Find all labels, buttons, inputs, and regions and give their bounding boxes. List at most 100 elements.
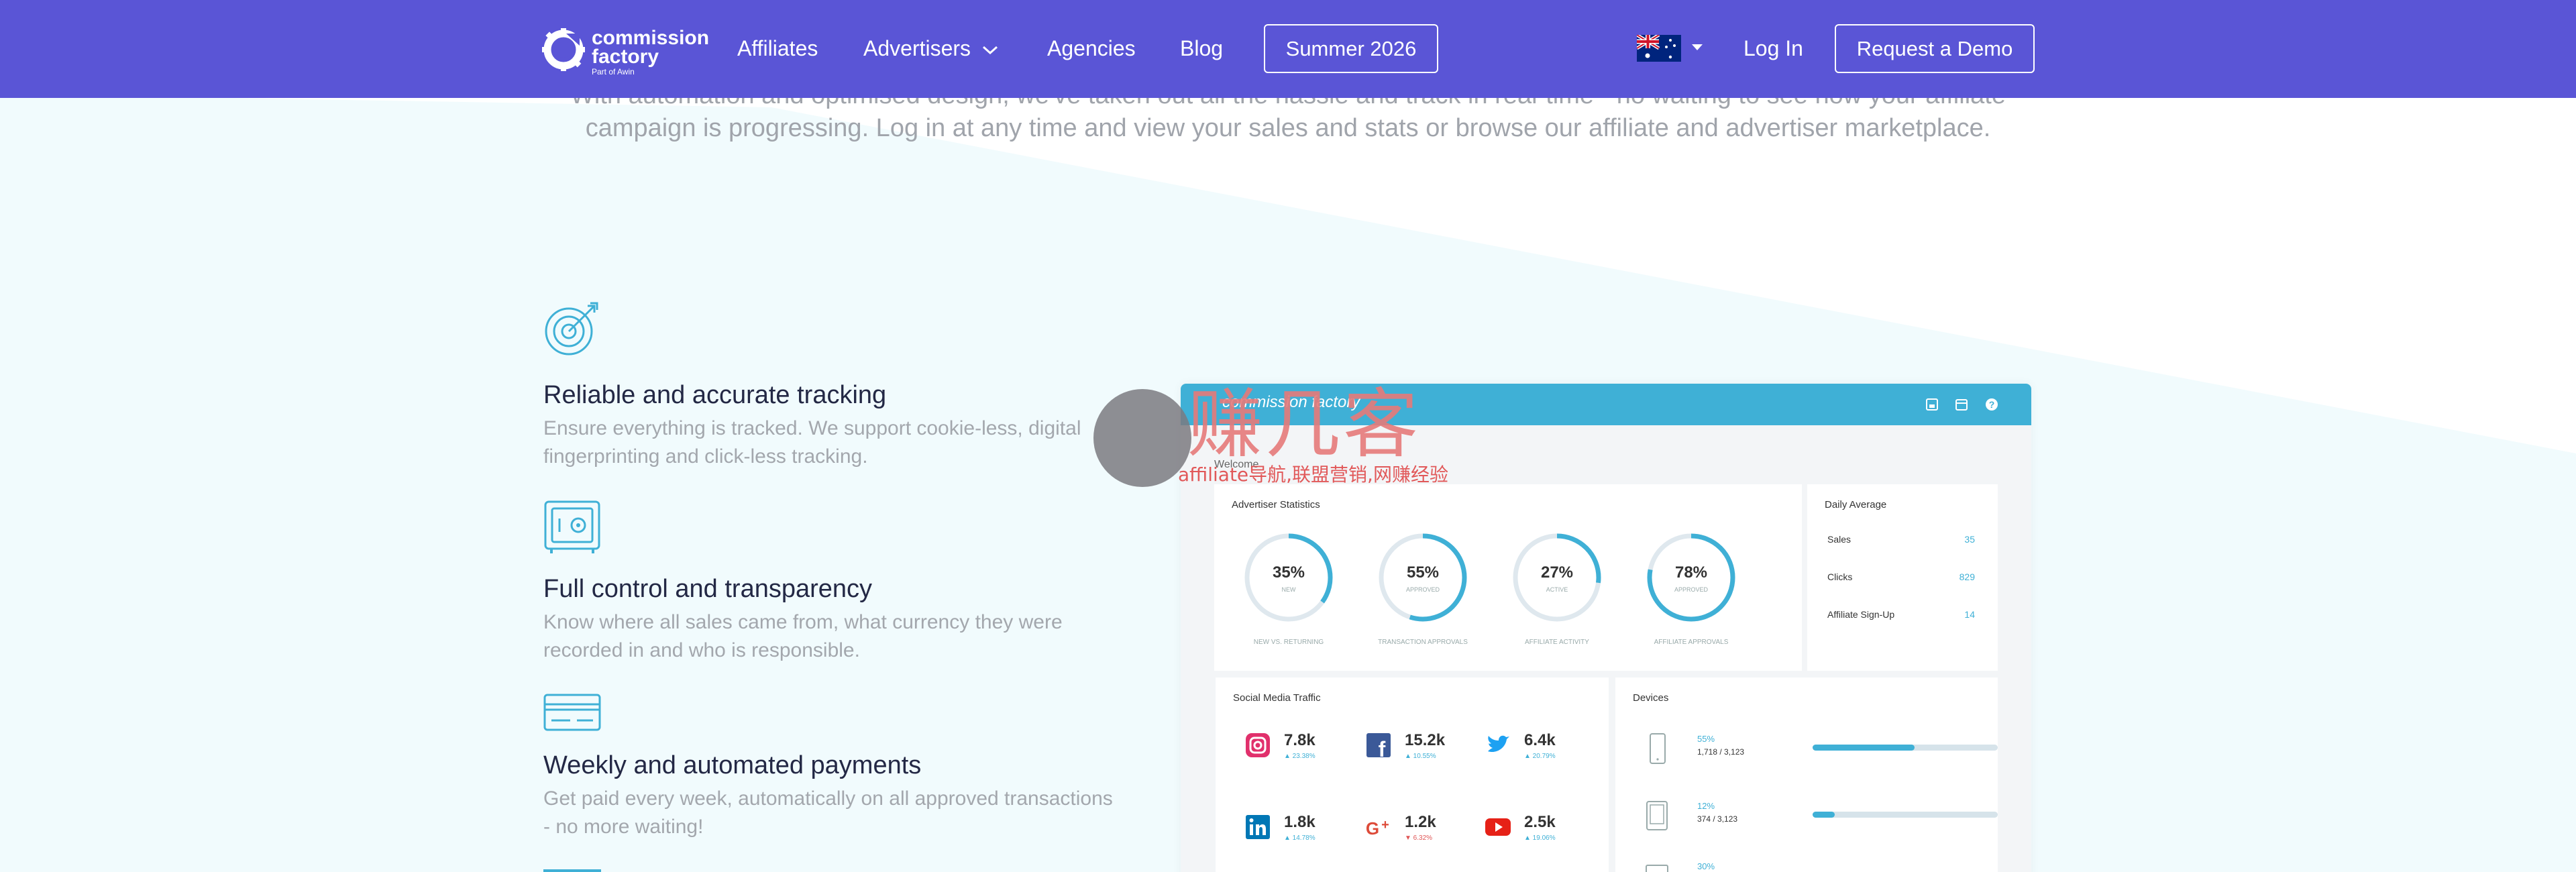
social-stat: 7.8k ▲ 23.38%: [1244, 731, 1351, 778]
advertiser-statistics-title: Advertiser Statistics: [1232, 499, 1320, 510]
stat-sublabel: NEW: [1281, 586, 1296, 593]
device-progress-bar: [1813, 812, 1998, 818]
social-value: 2.5k: [1524, 813, 1556, 831]
device-row: 55% 1,718 / 3,123: [1645, 731, 1998, 771]
device-progress-fill: [1813, 745, 1915, 751]
target-icon: [545, 302, 598, 356]
feature-tracking-title: Reliable and accurate tracking: [543, 381, 887, 409]
linkedin-icon: [1246, 815, 1270, 839]
stat-caption: NEW VS. RETURNING: [1253, 639, 1324, 646]
stat-value: 35%: [1272, 563, 1305, 582]
social-delta: ▲ 14.78%: [1284, 834, 1316, 842]
daily-average-title: Daily Average: [1825, 499, 1887, 510]
social-value: 6.4k: [1524, 731, 1556, 749]
watermark-subtitle: affiliate导航,联盟营销,网赚经验: [1178, 464, 1448, 486]
device-counts: 374 / 3,123: [1697, 814, 1738, 824]
social-value: 7.8k: [1284, 731, 1316, 749]
device-percent: 55%: [1697, 734, 1715, 744]
social-stat: 1.8k ▲ 14.78%: [1244, 813, 1351, 860]
calendar-icon: [1955, 399, 1968, 411]
twitter-icon: [1488, 735, 1509, 753]
social-stat: 2.5k ▲ 19.06%: [1484, 813, 1591, 860]
svg-text:f: f: [1379, 737, 1386, 759]
social-value: 15.2k: [1405, 731, 1446, 749]
social-delta: ▼ 6.32%: [1405, 834, 1433, 842]
login-link[interactable]: Log In: [1743, 35, 1803, 62]
stat-value: 27%: [1540, 563, 1574, 582]
social-media-traffic-card: Social Media Traffic 7.8k ▲ 23.38% f 15.2k ▲…: [1216, 677, 1609, 872]
daily-average-row: Affiliate Sign-Up 14: [1827, 609, 1975, 620]
credit-card-icon: [543, 694, 601, 731]
social-media-traffic-title: Social Media Traffic: [1233, 692, 1321, 704]
devices-title: Devices: [1633, 692, 1669, 704]
stat-sublabel: APPROVED: [1405, 586, 1440, 593]
nav-blog-link[interactable]: Blog: [1180, 35, 1223, 62]
devices-card: Devices 55% 1,718 / 3,123 12% 374 / 3,123 30…: [1615, 677, 1998, 872]
daily-average-value: 35: [1964, 534, 1975, 545]
feature-payments-text: Get paid every week, automatically on al…: [543, 787, 1113, 838]
device-row: 12% 374 / 3,123: [1645, 798, 1998, 838]
stat-sublabel: ACTIVE: [1546, 586, 1568, 593]
svg-text:G: G: [1366, 818, 1379, 838]
daily-average-label: Sales: [1827, 534, 1851, 545]
svg-text:?: ?: [1989, 399, 1995, 410]
next-feature-icon-partial: [543, 869, 601, 872]
social-value: 1.8k: [1284, 813, 1316, 831]
device-percent: 12%: [1697, 801, 1715, 811]
nav-agencies-link[interactable]: Agencies: [1047, 35, 1136, 62]
daily-average-value: 14: [1964, 609, 1975, 620]
stat-ring: 55% APPROVED TRANSACTION APPROVALS: [1373, 531, 1473, 646]
watermark-title: 赚几客: [1187, 381, 1421, 468]
social-delta: ▲ 19.06%: [1524, 834, 1556, 842]
nav-advertisers-dropdown[interactable]: Advertisers: [863, 35, 999, 62]
youtube-icon: [1485, 818, 1511, 836]
device-percent: 30%: [1697, 861, 1715, 871]
stat-value: 78%: [1674, 563, 1708, 582]
feature-payments: Weekly and automated payments Get paid e…: [543, 694, 1214, 868]
request-demo-button[interactable]: Request a Demo: [1835, 24, 2035, 73]
safe-icon: [544, 500, 600, 553]
daily-average-label: Clicks: [1827, 571, 1853, 582]
social-delta: ▲ 23.38%: [1284, 753, 1316, 760]
caret-down-icon[interactable]: [1692, 44, 1703, 50]
device-progress-bar: [1813, 745, 1998, 751]
facebook-icon: f: [1366, 733, 1391, 759]
tablet-icon: [1646, 801, 1668, 830]
stat-ring: 27% ACTIVE AFFILIATE ACTIVITY: [1507, 531, 1607, 646]
social-delta: ▲ 10.55%: [1405, 753, 1436, 760]
commission-factory-logo[interactable]: commission factory Part of Awin: [542, 27, 710, 76]
watermark-logo-circle: [1093, 389, 1191, 487]
feature-transparency: Full control and transparency Know where…: [543, 500, 1214, 674]
daily-average-card: Daily Average Sales 35 Clicks 829 Affiliate …: [1807, 484, 1998, 671]
logo-subtitle: Part of Awin: [592, 67, 635, 76]
summer-2026-button[interactable]: Summer 2026: [1264, 24, 1438, 73]
daily-average-value: 829: [1959, 571, 1975, 582]
help-icon: ?: [1986, 398, 1998, 411]
social-stat: f 15.2k ▲ 10.55%: [1364, 731, 1472, 778]
social-stat: 6.4k ▲ 20.79%: [1484, 731, 1591, 778]
daily-average-label: Affiliate Sign-Up: [1827, 609, 1895, 620]
logo-wordmark-line2: factory: [592, 46, 659, 68]
device-progress-fill: [1813, 812, 1835, 818]
nav-affiliates-link[interactable]: Affiliates: [737, 35, 818, 62]
social-value: 1.2k: [1405, 813, 1436, 831]
daily-average-row: Clicks 829: [1827, 571, 1975, 582]
top-navbar: commission factory Part of Awin Affiliat…: [0, 0, 2576, 98]
stat-ring: 35% NEW NEW VS. RETURNING: [1238, 531, 1339, 646]
desktop-icon: [1646, 865, 1668, 872]
chevron-down-icon: [981, 35, 999, 62]
advertiser-statistics-card: Advertiser Statistics 35% NEW NEW VS. RETU…: [1214, 484, 1802, 671]
feature-transparency-text: Know where all sales came from, what cur…: [543, 611, 1063, 661]
device-counts: 1,718 / 3,123: [1697, 747, 1745, 757]
feature-payments-title: Weekly and automated payments: [543, 751, 922, 779]
instagram-icon: [1246, 733, 1270, 757]
nav-advertisers-label: Advertisers: [863, 36, 971, 60]
watermark-overlay: 赚几客 affiliate导航,联盟营销,网赚经验: [1093, 381, 1563, 495]
logo-gear-icon: [542, 28, 585, 71]
phone-icon: [1650, 733, 1666, 764]
australia-flag-icon[interactable]: [1637, 35, 1681, 62]
svg-text:+: +: [1381, 818, 1389, 832]
save-icon: [1926, 398, 1938, 411]
stat-sublabel: APPROVED: [1674, 586, 1708, 593]
social-stat: G +1.2k ▼ 6.32%: [1364, 813, 1472, 860]
